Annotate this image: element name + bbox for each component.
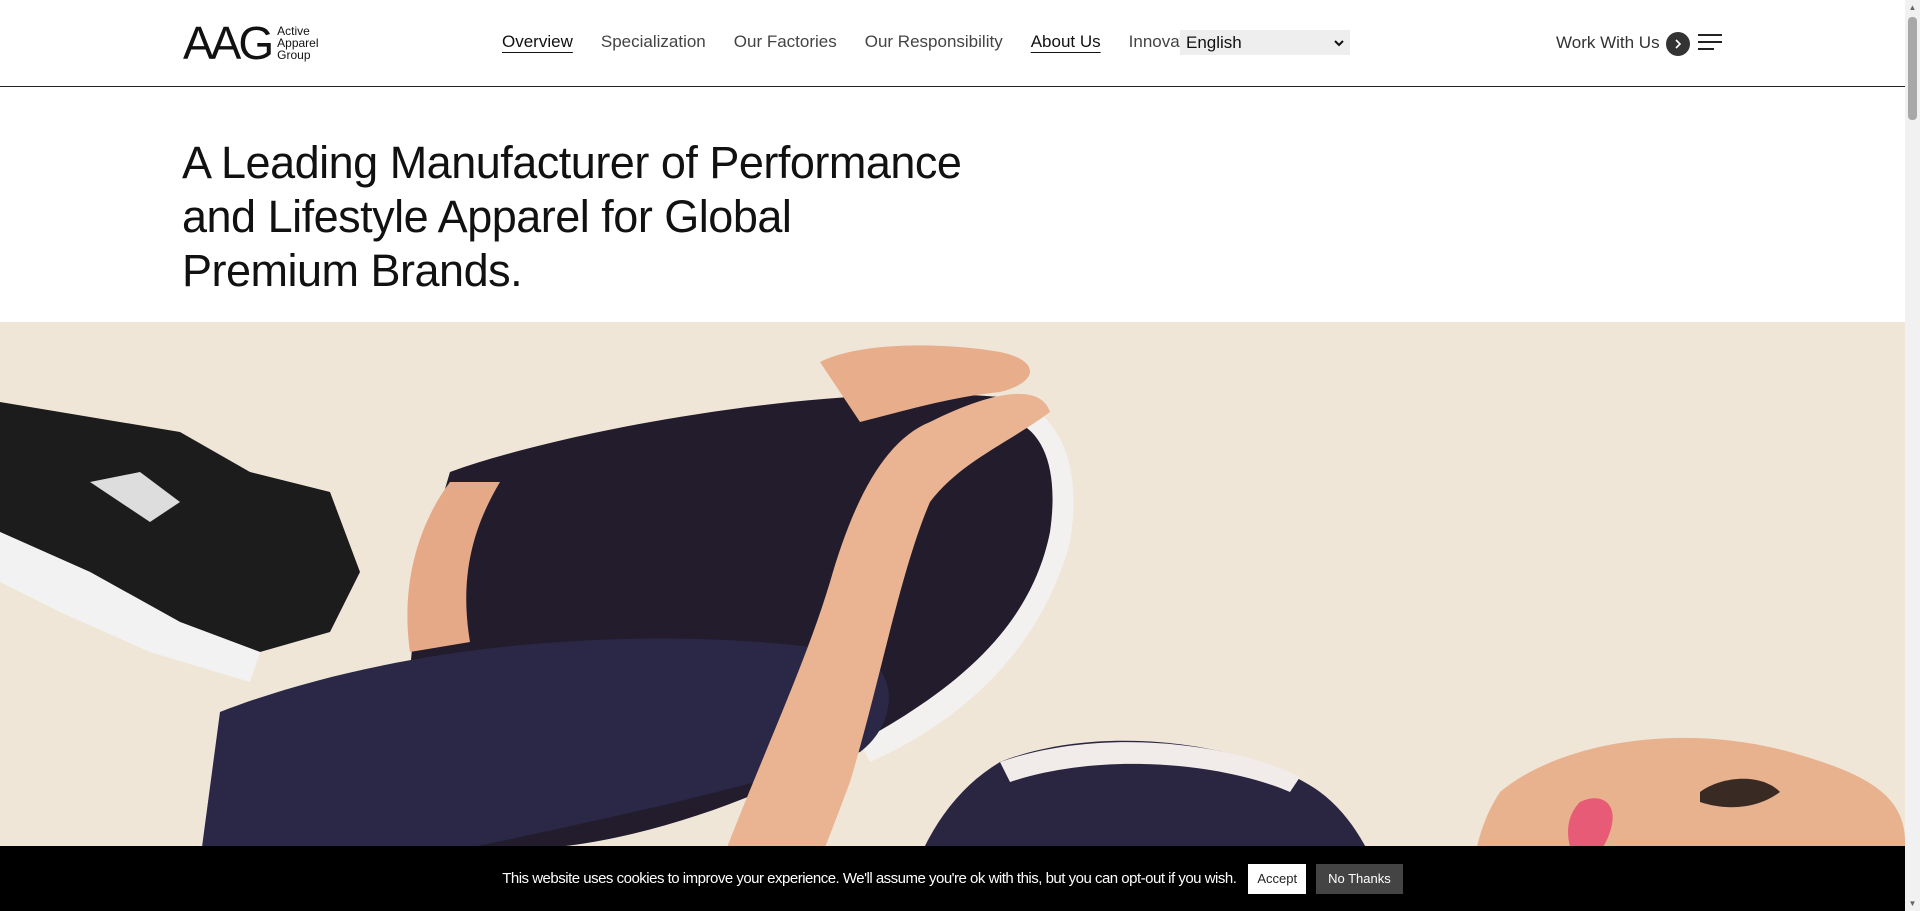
hero-image (0, 322, 1905, 911)
logo-word: Group (277, 48, 311, 62)
chevron-down-icon (1334, 36, 1344, 50)
scroll-thumb[interactable] (1908, 17, 1917, 120)
language-select-value: English (1186, 32, 1242, 52)
nav-item-overview[interactable]: Overview (502, 32, 573, 52)
logo-words: Active Apparel Group (277, 25, 318, 61)
hero-title: A Leading Manufacturer of Performance an… (182, 137, 962, 296)
hamburger-menu-icon[interactable] (1698, 34, 1722, 52)
page: AAG Active Apparel Group Overview Specia… (0, 0, 1920, 911)
no-thanks-button[interactable]: No Thanks (1316, 863, 1403, 894)
accept-button[interactable]: Accept (1248, 863, 1307, 894)
page-scrollbar[interactable]: ▲ ▼ (1905, 0, 1920, 911)
nav-item-about-us[interactable]: About Us (1031, 32, 1101, 52)
scroll-up-arrow-icon[interactable]: ▲ (1905, 0, 1920, 15)
hero-photo-illustration (0, 322, 1905, 911)
nav-item-our-factories[interactable]: Our Factories (734, 32, 837, 52)
cookie-consent-bar: This website uses cookies to improve you… (0, 846, 1905, 911)
site-header: AAG Active Apparel Group Overview Specia… (0, 0, 1905, 87)
language-select[interactable]: English (1180, 30, 1350, 55)
logo-mark: AAG (183, 17, 274, 69)
logo[interactable]: AAG Active Apparel Group (183, 17, 319, 69)
scroll-down-arrow-icon[interactable]: ▼ (1905, 896, 1920, 911)
nav-item-specialization[interactable]: Specialization (601, 32, 706, 52)
work-with-us-link[interactable]: Work With Us (1556, 33, 1660, 53)
chevron-right-icon[interactable] (1666, 32, 1690, 56)
nav-item-our-responsibility[interactable]: Our Responsibility (865, 32, 1003, 52)
cookie-message: This website uses cookies to improve you… (502, 870, 1237, 887)
main-nav: Overview Specialization Our Factories Ou… (502, 32, 1235, 52)
